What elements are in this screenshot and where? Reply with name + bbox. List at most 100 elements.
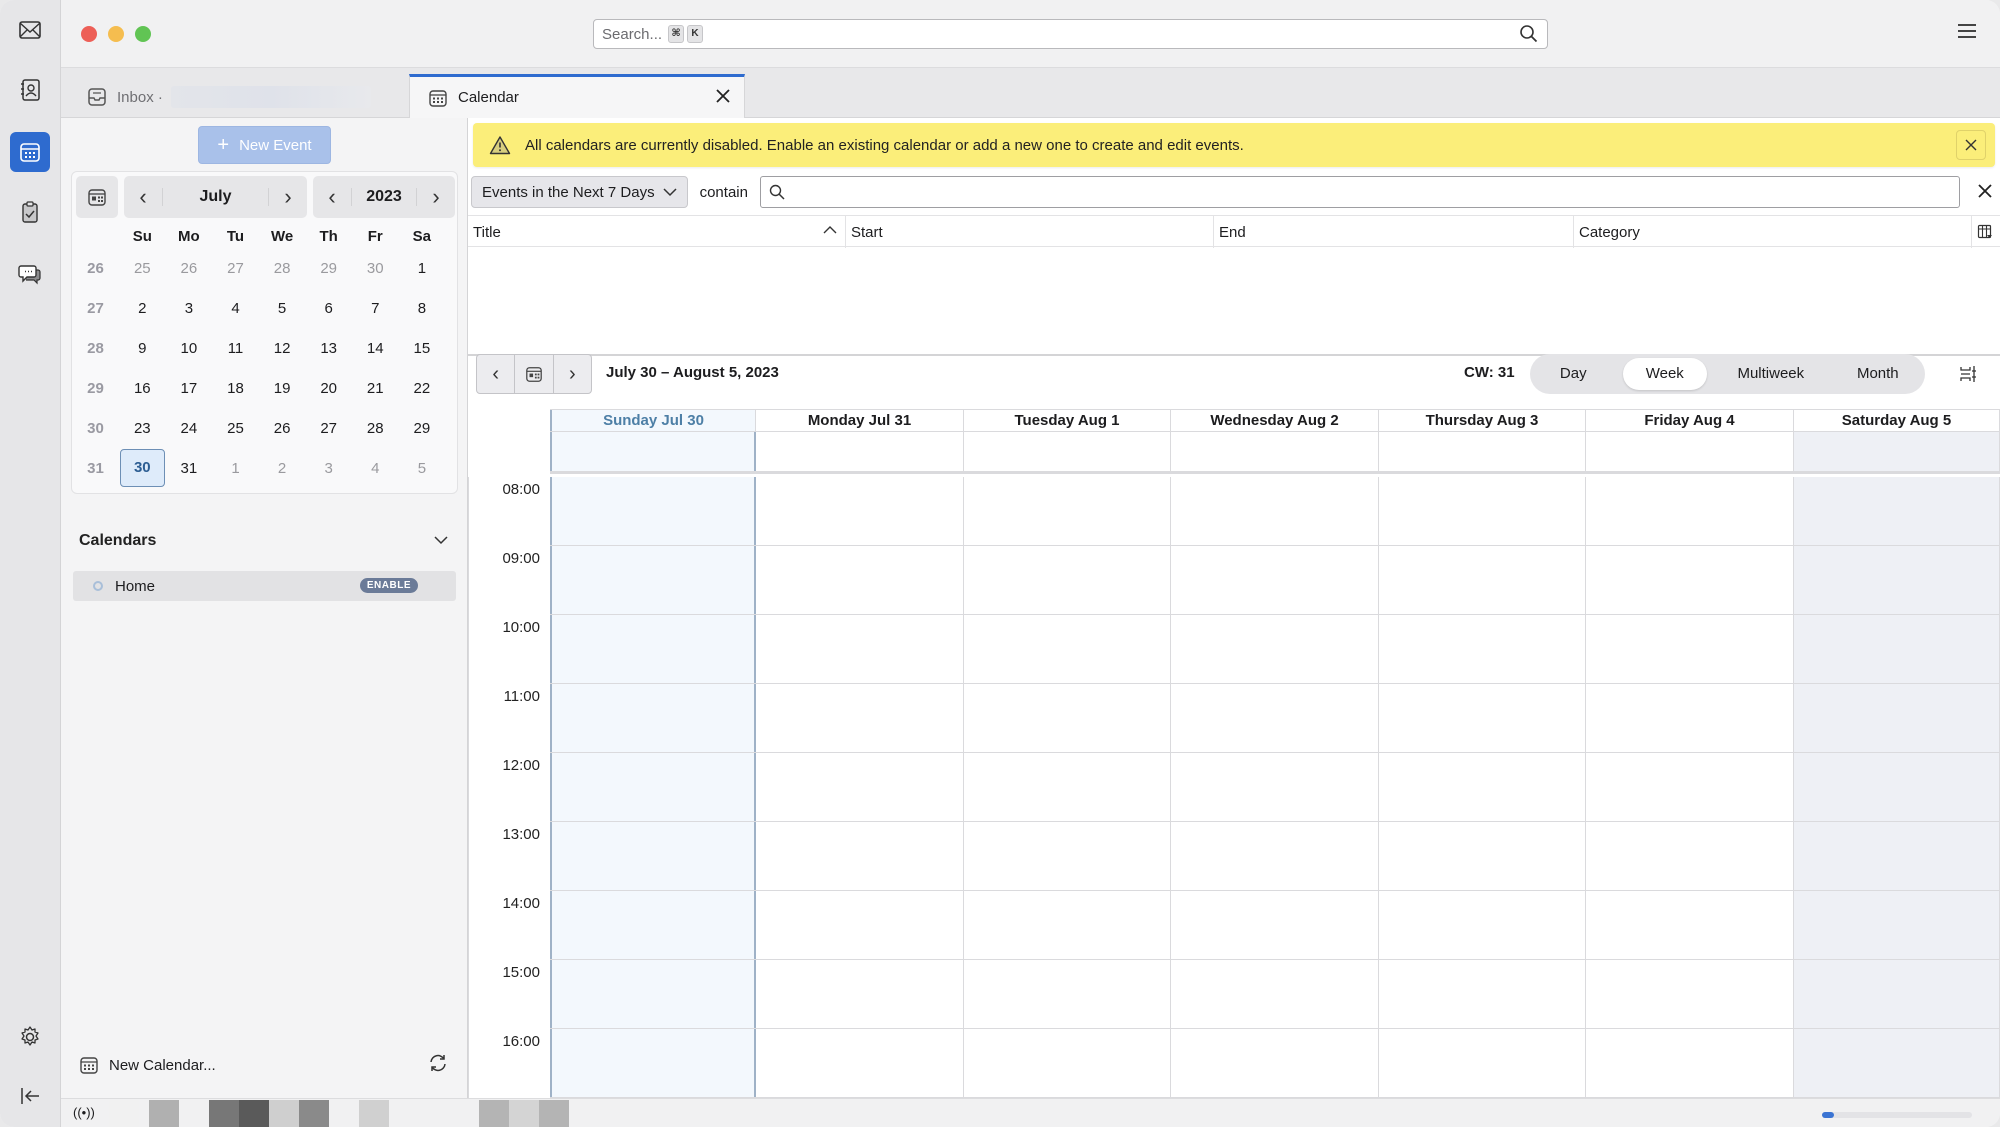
mini-calendar-day[interactable]: 9 bbox=[119, 340, 166, 357]
new-event-button[interactable]: + New Event bbox=[198, 126, 331, 164]
time-slot[interactable] bbox=[1379, 960, 1586, 1028]
mini-calendar-day[interactable]: 10 bbox=[166, 340, 213, 357]
time-slot[interactable] bbox=[964, 477, 1171, 545]
time-slot[interactable] bbox=[550, 960, 756, 1028]
event-range-select[interactable]: Events in the Next 7 Days bbox=[471, 176, 688, 208]
mini-calendar-day[interactable]: 15 bbox=[399, 340, 446, 357]
address-book-space-button[interactable] bbox=[10, 70, 50, 110]
time-slot[interactable] bbox=[964, 960, 1171, 1028]
day-header[interactable]: Saturday Aug 5 bbox=[1794, 410, 2000, 432]
time-slot[interactable] bbox=[1171, 960, 1379, 1028]
zoom-window-button[interactable] bbox=[135, 26, 151, 42]
chat-space-button[interactable] bbox=[10, 254, 50, 294]
mini-calendar-day[interactable]: 21 bbox=[352, 380, 399, 397]
mini-calendar-day-selected[interactable]: 30 bbox=[119, 449, 166, 487]
previous-month-button[interactable]: ‹ bbox=[124, 184, 162, 210]
all-day-cell[interactable] bbox=[550, 432, 756, 471]
mini-calendar-day[interactable]: 1 bbox=[399, 260, 446, 277]
column-picker-button[interactable] bbox=[1972, 216, 2000, 248]
time-slot[interactable] bbox=[1379, 615, 1586, 683]
time-slot[interactable] bbox=[964, 753, 1171, 821]
mini-calendar-day[interactable]: 5 bbox=[399, 460, 446, 477]
time-slot[interactable] bbox=[550, 822, 756, 890]
time-slot[interactable] bbox=[1586, 1029, 1794, 1097]
all-day-cell[interactable] bbox=[964, 432, 1171, 471]
minimize-window-button[interactable] bbox=[108, 26, 124, 42]
time-slot[interactable] bbox=[756, 822, 964, 890]
time-slot[interactable] bbox=[1171, 1029, 1379, 1097]
app-menu-button[interactable] bbox=[1958, 24, 1976, 38]
mini-calendar-day[interactable]: 3 bbox=[305, 460, 352, 477]
day-header[interactable]: Monday Jul 31 bbox=[756, 410, 964, 432]
time-slot[interactable] bbox=[550, 891, 756, 959]
mini-calendar-day[interactable]: 29 bbox=[399, 420, 446, 437]
time-slot[interactable] bbox=[1171, 546, 1379, 614]
all-day-cell[interactable] bbox=[1379, 432, 1586, 471]
time-slot[interactable] bbox=[756, 960, 964, 1028]
clear-filter-icon[interactable] bbox=[1976, 182, 1994, 200]
next-year-button[interactable]: › bbox=[417, 184, 455, 210]
mini-calendar-day[interactable]: 25 bbox=[212, 420, 259, 437]
time-slot[interactable] bbox=[1379, 822, 1586, 890]
mini-calendar-day[interactable]: 13 bbox=[305, 340, 352, 357]
mini-calendar-day[interactable]: 27 bbox=[305, 420, 352, 437]
column-start[interactable]: Start bbox=[846, 216, 1214, 248]
time-slot[interactable] bbox=[550, 684, 756, 752]
previous-year-button[interactable]: ‹ bbox=[313, 184, 351, 210]
time-slot[interactable] bbox=[1171, 753, 1379, 821]
mini-calendar-day[interactable]: 16 bbox=[119, 380, 166, 397]
time-slot[interactable] bbox=[756, 546, 964, 614]
mini-calendar-day[interactable]: 2 bbox=[119, 300, 166, 317]
time-slot[interactable] bbox=[1586, 615, 1794, 683]
tab-inbox[interactable]: Inbox · bbox=[69, 76, 414, 118]
settings-button[interactable] bbox=[10, 1017, 50, 1057]
online-status-icon[interactable]: ((•)) bbox=[73, 1105, 95, 1120]
close-tab-icon[interactable] bbox=[714, 87, 732, 105]
new-calendar-button[interactable]: New Calendar... bbox=[79, 1055, 216, 1075]
time-slot[interactable] bbox=[1171, 684, 1379, 752]
time-slot[interactable] bbox=[1379, 1029, 1586, 1097]
today-button[interactable] bbox=[515, 355, 554, 393]
day-header[interactable]: Friday Aug 4 bbox=[1586, 410, 1794, 432]
mini-calendar-day[interactable]: 4 bbox=[212, 300, 259, 317]
mini-calendar-day[interactable]: 26 bbox=[166, 260, 213, 277]
time-slot[interactable] bbox=[550, 1029, 756, 1097]
time-slot[interactable] bbox=[1586, 960, 1794, 1028]
mail-space-button[interactable] bbox=[10, 10, 50, 50]
collapse-spaces-button[interactable] bbox=[10, 1076, 50, 1116]
day-header[interactable]: Tuesday Aug 1 bbox=[964, 410, 1171, 432]
calendar-space-button[interactable] bbox=[10, 132, 50, 172]
event-search-input[interactable] bbox=[759, 176, 1960, 208]
mini-calendar-day[interactable]: 22 bbox=[399, 380, 446, 397]
mini-calendar-day[interactable]: 5 bbox=[259, 300, 306, 317]
enable-calendar-button[interactable]: ENABLE bbox=[359, 578, 418, 593]
mini-calendar-day[interactable]: 30 bbox=[352, 260, 399, 277]
time-slot[interactable] bbox=[964, 546, 1171, 614]
time-slot[interactable] bbox=[1794, 753, 2000, 821]
time-slot[interactable] bbox=[1586, 684, 1794, 752]
all-day-cell[interactable] bbox=[1794, 432, 2000, 471]
time-slot[interactable] bbox=[1379, 684, 1586, 752]
time-slot[interactable] bbox=[1794, 615, 2000, 683]
refresh-icon[interactable] bbox=[427, 1052, 449, 1074]
mini-calendar-day[interactable]: 29 bbox=[305, 260, 352, 277]
mini-calendar-day[interactable]: 25 bbox=[119, 260, 166, 277]
day-header[interactable]: Thursday Aug 3 bbox=[1379, 410, 1586, 432]
time-slot[interactable] bbox=[1379, 753, 1586, 821]
mini-calendar-day[interactable]: 20 bbox=[305, 380, 352, 397]
chevron-down-icon[interactable] bbox=[433, 532, 449, 548]
column-category[interactable]: Category bbox=[1574, 216, 1972, 248]
mini-calendar-day[interactable]: 2 bbox=[259, 460, 306, 477]
time-slot[interactable] bbox=[1794, 1029, 2000, 1097]
mini-calendar-day[interactable]: 14 bbox=[352, 340, 399, 357]
time-slot[interactable] bbox=[550, 753, 756, 821]
time-slot[interactable] bbox=[756, 684, 964, 752]
column-title[interactable]: Title bbox=[468, 216, 846, 248]
time-slot[interactable] bbox=[756, 891, 964, 959]
mini-calendar-today-button[interactable] bbox=[76, 176, 118, 218]
time-slot[interactable] bbox=[1379, 477, 1586, 545]
global-search-input[interactable]: Search... ⌘ K bbox=[593, 19, 1548, 49]
time-slot[interactable] bbox=[964, 891, 1171, 959]
time-slot[interactable] bbox=[964, 615, 1171, 683]
mini-calendar-day[interactable]: 6 bbox=[305, 300, 352, 317]
